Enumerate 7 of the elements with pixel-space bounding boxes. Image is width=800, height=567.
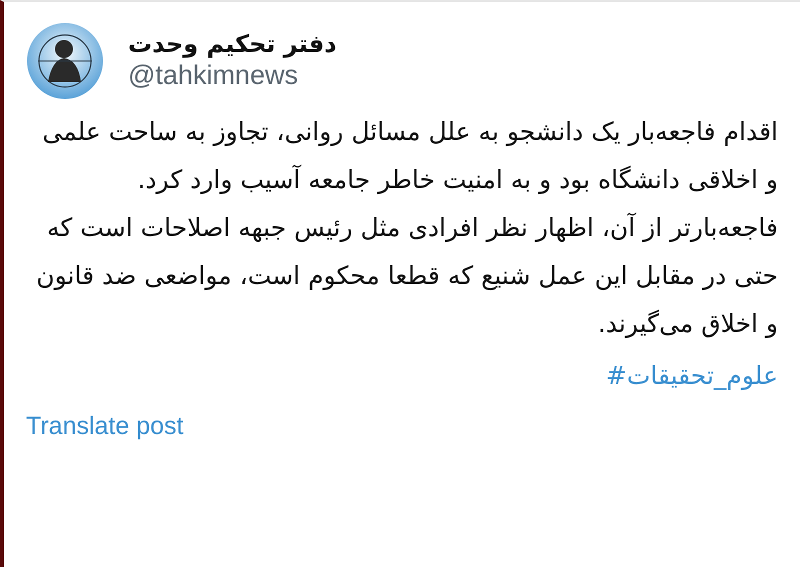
translate-link[interactable]: Translate post xyxy=(26,412,184,440)
avatar-icon xyxy=(26,22,104,100)
author-handle: @tahkimnews xyxy=(128,59,299,92)
post-paragraph: اقدام فاجعه‌بار یک دانشجو به علل مسائل روانی، تجاوز به ساحت علمی و اخلاقی دانشگاه بود و به امنیت خاطر جامعه آسیب وارد کرد. xyxy=(41,116,778,196)
author-name: دفتر تحکیم وحدت xyxy=(128,30,337,60)
post-paragraph: فاجعه‌بارتر از آن، اظهار نظر افرادی مثل رئیس جبهه اصلاحات است که حتی در مقابل این عمل شنیع که قطعا محکوم است، مواضعی ضد قانون و اخلاق می‌گیرند. xyxy=(35,212,778,340)
hashtag-link[interactable]: علوم_تحقیقات# xyxy=(606,352,778,400)
